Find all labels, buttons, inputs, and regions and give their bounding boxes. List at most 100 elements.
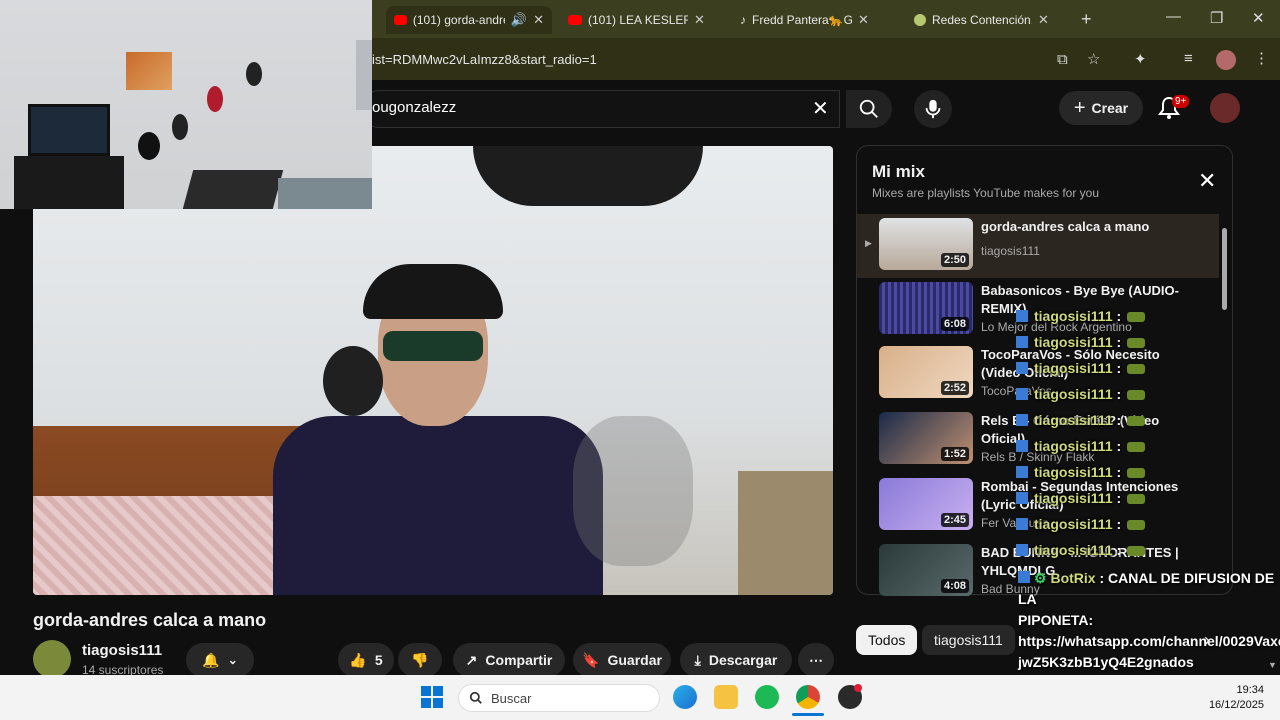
search-icon <box>859 99 878 118</box>
voice-search-button[interactable] <box>914 90 952 128</box>
profile-avatar[interactable] <box>1216 50 1236 70</box>
headphones <box>323 346 383 416</box>
active-app-indicator <box>792 713 824 716</box>
chevron-right-icon[interactable]: › <box>1204 630 1210 651</box>
channel-name[interactable]: tiagosis111 <box>82 642 162 659</box>
taskbar-search[interactable]: Buscar <box>458 684 660 712</box>
chat-badge-icon <box>1016 362 1028 374</box>
clock-date: 16/12/2025 <box>1208 699 1264 711</box>
chat-message: tiagosisi111 : <box>1016 412 1146 428</box>
chip-all[interactable]: Todos <box>856 625 918 655</box>
close-tab-icon[interactable]: ✕ <box>533 12 544 28</box>
tab-2[interactable]: (101) LEA KESLER DE ✕ <box>560 6 726 34</box>
tab-1[interactable]: (101) gorda-andre 🔊 ✕ <box>386 6 552 34</box>
thumbs-up-icon: 👍 <box>349 651 367 668</box>
close-tab-icon[interactable]: ✕ <box>1038 12 1049 28</box>
chat-message: tiagosisi111 : <box>1016 386 1146 402</box>
taskbar-search-placeholder: Buscar <box>491 690 532 706</box>
minimize-button[interactable]: — <box>1166 8 1181 25</box>
close-icon[interactable]: ✕ <box>1198 168 1216 194</box>
like-count: 5 <box>374 652 383 668</box>
playlist-item[interactable]: ▶ 2:50 gorda-andres calca a mano tiagosi… <box>857 214 1219 278</box>
now-playing-icon: ▶ <box>865 238 872 248</box>
video-player[interactable] <box>33 146 833 595</box>
tiktok-icon: ♪ <box>740 13 746 27</box>
mix-subtitle: Mixes are playlists YouTube makes for yo… <box>872 186 1099 200</box>
chat-message: tiagosisi111 : <box>1016 438 1146 454</box>
create-label: Crear <box>1091 100 1129 116</box>
site-icon <box>914 14 926 26</box>
cap-on-wall <box>138 132 160 160</box>
playlist-item-title: gorda-andres calca a mano <box>981 219 1150 234</box>
account-avatar[interactable] <box>1210 93 1240 123</box>
subscribe-notify-button[interactable]: 🔔 ⌄ <box>186 643 254 677</box>
bot-name: BotRix <box>1050 570 1096 586</box>
more-actions-button[interactable]: ⋯ <box>798 643 834 677</box>
save-label: Guardar <box>607 652 662 668</box>
cap-on-wall <box>172 114 188 140</box>
media-control-icon[interactable]: ≡ <box>1184 50 1193 67</box>
download-button[interactable]: ⤓ Descargar <box>680 643 792 677</box>
search-value: ougonzalezz <box>372 99 457 116</box>
bookmark-icon: 🔖 <box>582 651 600 668</box>
start-button[interactable] <box>421 686 443 708</box>
bedsheet <box>33 496 293 595</box>
file-explorer-icon[interactable] <box>714 685 738 709</box>
playlist-item-channel: tiagosis111 <box>981 244 1040 258</box>
chrome-menu-icon[interactable]: ⋮ <box>1254 49 1269 67</box>
chat-message: tiagosisi111 : <box>1016 516 1146 532</box>
chrome-icon[interactable] <box>796 685 820 709</box>
tab-4[interactable]: Redes Contención, Ba ✕ <box>906 6 1072 34</box>
spotify-icon[interactable] <box>755 685 779 709</box>
video-thumbnail: 2:45 <box>879 478 973 530</box>
tab-title: (101) LEA KESLER DE <box>588 13 688 27</box>
bot-line: jwZ5K3zbB1yQ4E2gnados <box>1018 654 1194 670</box>
cap-on-wall <box>246 62 262 86</box>
scroll-down-icon[interactable]: ▼ <box>1268 660 1277 670</box>
chevron-down-icon: ⌄ <box>227 653 238 667</box>
bookmark-star-icon[interactable]: ☆ <box>1087 50 1100 68</box>
share-label: Compartir <box>485 652 553 668</box>
maximize-button[interactable]: ❐ <box>1210 9 1223 27</box>
tab-title: (101) gorda-andre <box>412 13 505 27</box>
duration-badge: 2:50 <box>940 253 969 267</box>
search-button[interactable] <box>846 90 892 128</box>
close-tab-icon[interactable]: ✕ <box>694 12 705 28</box>
emote-icon <box>1127 416 1146 426</box>
video-thumbnail: 2:50 <box>879 218 973 270</box>
speaker-icon[interactable]: 🔊 <box>511 12 527 28</box>
bot-chat-message: ⚙ BotRix : CANAL DE DIFUSION DE LA PIPON… <box>1018 568 1280 673</box>
chip-channel[interactable]: tiagosis111 <box>922 625 1015 655</box>
video-thumbnail: 6:08 <box>879 282 973 334</box>
scrollbar-thumb[interactable] <box>1222 228 1227 310</box>
close-tab-icon[interactable]: ✕ <box>858 12 869 28</box>
chat-message: tiagosisi111 : <box>1016 464 1146 480</box>
edge-icon[interactable] <box>673 685 697 709</box>
chat-message: tiagosisi111 : <box>1016 542 1146 558</box>
duration-badge: 2:45 <box>940 513 969 527</box>
save-button[interactable]: 🔖 Guardar <box>573 643 671 677</box>
youtube-icon <box>394 15 407 25</box>
television <box>28 104 110 156</box>
clear-search-icon[interactable]: ✕ <box>812 96 829 121</box>
create-button[interactable]: + Crear <box>1059 91 1143 125</box>
bot-line: https://whatsapp.com/channel/0029Vaxe <box>1018 633 1280 649</box>
video-thumbnail: 4:08 <box>879 544 973 596</box>
share-button[interactable]: ↗ Compartir <box>453 643 565 677</box>
plus-icon: + <box>1073 96 1086 119</box>
bell-icon: 🔔 <box>202 651 220 668</box>
system-clock[interactable]: 19:34 16/12/2025 <box>1196 683 1264 713</box>
emote-icon <box>1127 520 1146 530</box>
extensions-icon[interactable]: ✦ <box>1134 50 1147 68</box>
url-field[interactable]: ist=RDMMwc2vLaImzz8&start_radio=1 <box>372 52 597 67</box>
recording-dot-icon <box>854 684 862 692</box>
like-button[interactable]: 👍 5 <box>338 643 394 677</box>
new-tab-button[interactable]: + <box>1081 9 1092 30</box>
emote-icon <box>1127 338 1146 348</box>
install-app-icon[interactable]: ⧉ <box>1057 51 1068 68</box>
dislike-button[interactable]: 👎 <box>398 643 442 677</box>
channel-avatar[interactable] <box>33 640 71 678</box>
duration-badge: 2:52 <box>940 381 969 395</box>
tab-3[interactable]: ♪ Fredd Pantera🐆G18 ✕ <box>732 6 898 34</box>
close-window-button[interactable]: ✕ <box>1252 9 1265 27</box>
